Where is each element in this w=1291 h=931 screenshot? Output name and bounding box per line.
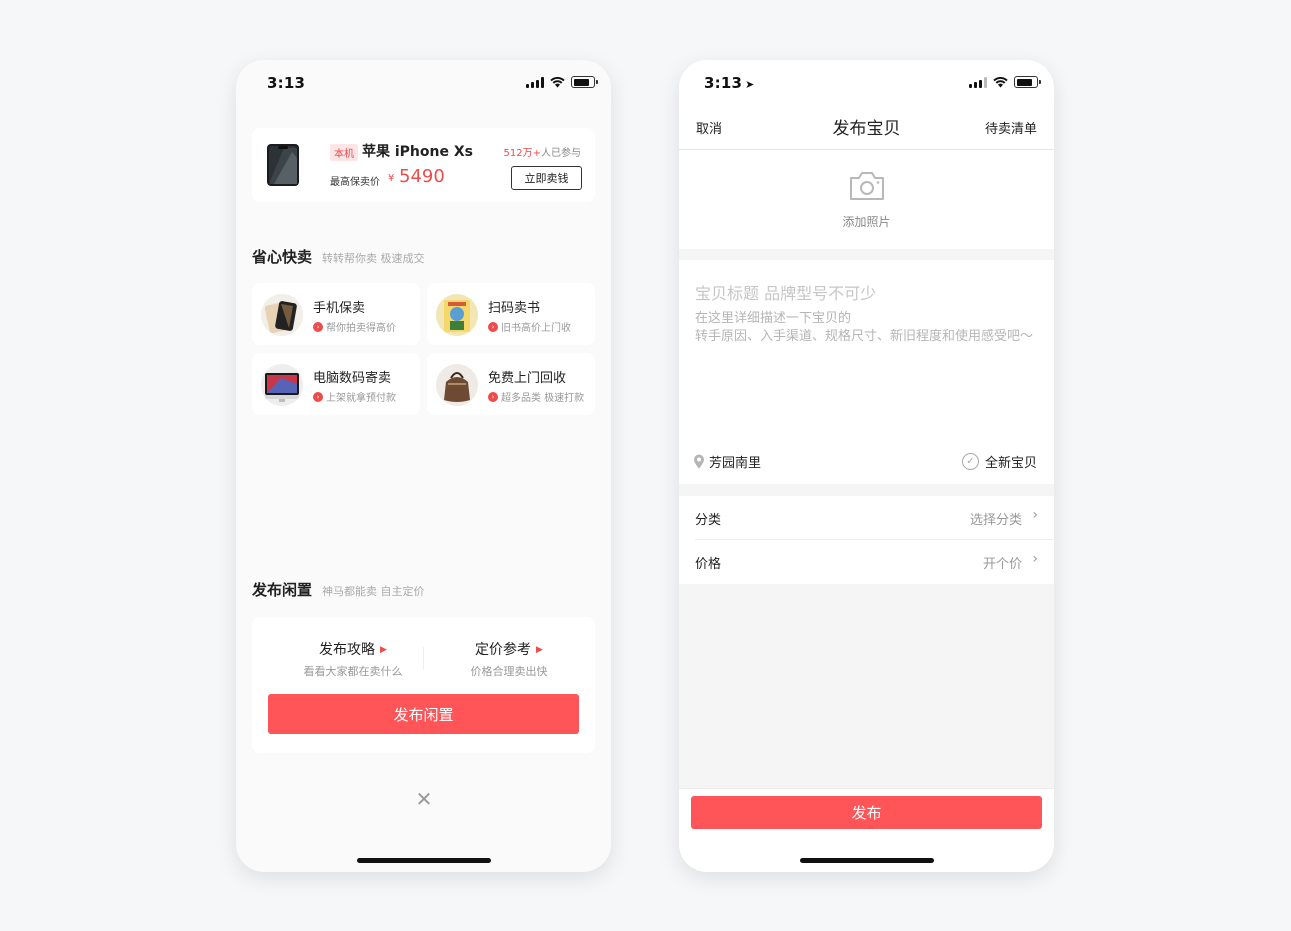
service-desc: › 上架就拿预付款: [313, 389, 396, 404]
status-icons: [526, 76, 598, 88]
status-bar: 3:13 ➤: [679, 60, 1054, 106]
location-arrow-icon: ➤: [745, 78, 755, 91]
publish-item-screen: 3:13 ➤ 取消 发布宝贝 待卖清单 添加照片 宝贝标题 品牌型号不可少 在这里…: [679, 60, 1054, 872]
brand-new-label: 全新宝贝: [984, 456, 1037, 471]
description-input[interactable]: 在这里详细描述一下宝贝的 转手原因、入手渠道、规格尺寸、新旧程度和使用感受吧～: [695, 310, 1040, 346]
service-desc: › 旧书高价上门收: [488, 319, 571, 334]
add-photo-area[interactable]: 添加照片: [679, 150, 1054, 249]
battery-icon: [571, 76, 598, 88]
chevron-right-icon: ›: [1032, 551, 1038, 567]
triangle-right-icon: ▶: [380, 645, 387, 655]
sell-now-button[interactable]: 立即卖钱: [511, 166, 582, 190]
row-label: 分类: [695, 513, 722, 528]
status-time-text: 3:13: [704, 74, 743, 92]
row-value: 开个价: [982, 557, 1022, 572]
service-name: 扫码卖书: [488, 301, 541, 316]
section-title: 发布闲置: [252, 581, 313, 599]
add-photo-label: 添加照片: [842, 215, 891, 229]
status-icons: [969, 76, 1041, 88]
section-subtitle: 神马都能卖 自主定价: [322, 585, 425, 598]
brand-new-toggle[interactable]: ✓ 全新宝贝: [961, 452, 1037, 471]
signal-icon: [526, 76, 544, 88]
arrow-right-icon: ›: [488, 321, 498, 332]
quick-sell-header: 省心快卖 转转帮你卖 极速成交: [252, 246, 425, 267]
service-desc: › 超多品类 极速打款: [488, 389, 584, 404]
book-thumbnail: [436, 294, 478, 336]
max-price-label: 最高保卖价: [330, 177, 380, 188]
service-desc-text: 旧书高价上门收: [501, 323, 571, 334]
close-icon[interactable]: ✕: [414, 789, 434, 809]
check-circle-icon: ✓: [961, 453, 979, 470]
service-desc-text: 上架就拿预付款: [326, 393, 396, 404]
wifi-icon: [550, 76, 565, 87]
home-indicator: [800, 858, 934, 863]
publish-idle-header: 发布闲置 神马都能卖 自主定价: [252, 579, 425, 600]
currency-symbol: ¥: [388, 173, 395, 184]
iphone-thumbnail: [267, 144, 299, 186]
guide-subtitle: 看看大家都在卖什么: [303, 665, 403, 678]
divider: [423, 647, 424, 669]
attribute-list: 分类 选择分类 › 价格 开个价 ›: [679, 496, 1054, 584]
guide-title: 定价参考: [475, 642, 532, 658]
service-computer-consign[interactable]: 电脑数码寄卖 › 上架就拿预付款: [252, 353, 420, 415]
arrow-right-icon: ›: [488, 391, 498, 402]
sell-sheet-screen: 3:13 本机 苹果 iPhone Xs 512万+人已参与 最高保卖价 ¥ 5…: [236, 60, 611, 872]
status-time: 3:13: [267, 74, 306, 92]
wifi-icon: [993, 76, 1008, 87]
chevron-right-icon: ›: [1032, 507, 1038, 523]
row-value: 选择分类: [969, 513, 1022, 528]
service-name: 免费上门回收: [488, 371, 567, 386]
service-name: 手机保卖: [313, 301, 366, 316]
arrow-right-icon: ›: [313, 321, 323, 332]
service-phone-consign[interactable]: 手机保卖 › 帮你拍卖得高价: [252, 283, 420, 345]
publish-idle-button[interactable]: 发布闲置: [268, 694, 579, 734]
status-time: 3:13 ➤: [704, 74, 755, 92]
publish-button[interactable]: 发布: [691, 796, 1042, 829]
guide-title: 发布攻略: [319, 642, 376, 658]
navigation-bar: 取消 发布宝贝 待卖清单: [679, 106, 1054, 150]
category-row[interactable]: 分类 选择分类 ›: [679, 496, 1054, 540]
service-desc: › 帮你拍卖得高价: [313, 319, 396, 334]
arrow-right-icon: ›: [313, 391, 323, 402]
title-input[interactable]: 宝贝标题 品牌型号不可少: [695, 280, 876, 304]
signal-icon: [969, 76, 987, 88]
handbag-thumbnail: [436, 364, 478, 406]
section-subtitle: 转转帮你卖 极速成交: [322, 252, 425, 265]
publish-idle-card: 发布攻略 ▶ 看看大家都在卖什么 定价参考 ▶ 价格合理卖出快 发布闲置: [252, 617, 595, 753]
location-selector[interactable]: 芳园南里: [693, 452, 761, 471]
camera-icon: [850, 172, 884, 200]
guide-subtitle: 价格合理卖出快: [470, 665, 548, 678]
description-area: 宝贝标题 品牌型号不可少 在这里详细描述一下宝贝的 转手原因、入手渠道、规格尺寸…: [679, 260, 1054, 484]
device-model-title: 苹果 iPhone Xs: [362, 144, 473, 160]
service-desc-text: 帮你拍卖得高价: [326, 323, 396, 334]
service-name: 电脑数码寄卖: [313, 371, 392, 386]
home-indicator: [357, 858, 491, 863]
section-title: 省心快卖: [252, 248, 313, 266]
row-label: 价格: [695, 557, 722, 572]
device-sell-card[interactable]: 本机 苹果 iPhone Xs 512万+人已参与 最高保卖价 ¥ 5490 立…: [252, 128, 595, 202]
service-desc-text: 超多品类 极速打款: [501, 393, 585, 404]
imac-thumbnail: [261, 364, 303, 406]
status-bar: 3:13: [236, 60, 611, 106]
participants-suffix: 人已参与: [541, 148, 581, 159]
publish-guide-link[interactable]: 发布攻略 ▶ 看看大家都在卖什么: [278, 639, 428, 679]
participants-count: 512万+人已参与: [504, 144, 581, 159]
gold-iphone-thumbnail: [261, 294, 303, 336]
triangle-right-icon: ▶: [536, 645, 543, 655]
participants-number: 512万+: [503, 148, 541, 159]
service-scan-book[interactable]: 扫码卖书 › 旧书高价上门收: [427, 283, 595, 345]
price-row[interactable]: 价格 开个价 ›: [679, 540, 1054, 584]
max-price-value: 5490: [399, 166, 445, 187]
battery-icon: [1014, 76, 1041, 88]
pricing-reference-link[interactable]: 定价参考 ▶ 价格合理卖出快: [434, 639, 584, 679]
service-home-recycle[interactable]: 免费上门回收 › 超多品类 极速打款: [427, 353, 595, 415]
location-pin-icon: [694, 454, 704, 469]
current-device-tag: 本机: [330, 144, 358, 161]
location-text: 芳园南里: [709, 456, 762, 471]
pending-list-button[interactable]: 待卖清单: [985, 118, 1037, 137]
